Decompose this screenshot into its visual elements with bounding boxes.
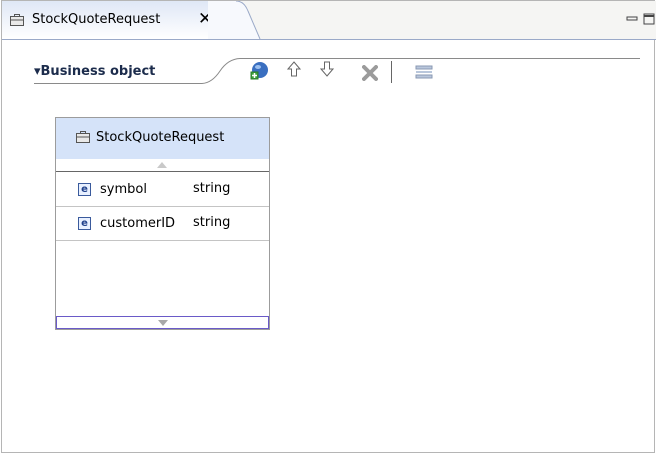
maximize-icon[interactable] (643, 13, 655, 25)
list-icon[interactable] (415, 65, 433, 79)
field-name: customerID (100, 216, 176, 231)
field-type: string (193, 181, 231, 196)
business-object-section-header: ▾Business object (34, 57, 640, 93)
add-field-icon[interactable] (249, 61, 269, 81)
scroll-down-button[interactable] (56, 316, 269, 329)
business-object-header[interactable]: StockQuoteRequest (56, 118, 269, 160)
field-type: string (193, 215, 231, 230)
element-icon: e (78, 217, 91, 230)
tab-title: StockQuoteRequest (32, 12, 161, 27)
move-down-icon[interactable] (320, 61, 334, 77)
toolbar-separator (391, 61, 392, 83)
chevron-down-icon (158, 320, 168, 326)
scroll-up-button[interactable] (56, 159, 269, 172)
business-object-icon (10, 14, 24, 26)
editor-tab[interactable]: StockQuoteRequest ✕ (2, 1, 238, 39)
move-up-icon[interactable] (287, 61, 301, 77)
field-row[interactable]: e customerID string (56, 207, 269, 241)
field-name: symbol (100, 182, 147, 197)
chevron-up-icon (157, 162, 167, 168)
field-row[interactable]: e symbol string (56, 173, 269, 207)
delete-icon[interactable] (362, 65, 378, 81)
business-object-box[interactable]: StockQuoteRequest e symbol string e cust… (55, 117, 270, 330)
section-title[interactable]: ▾Business object (34, 64, 155, 79)
tab-strip: StockQuoteRequest ✕ (2, 1, 656, 40)
editor-frame: StockQuoteRequest ✕ ▾Business object Sto… (1, 0, 656, 453)
tab-edge (208, 1, 261, 39)
minimize-icon[interactable] (626, 13, 638, 25)
business-object-name: StockQuoteRequest (96, 130, 225, 145)
element-icon: e (78, 183, 91, 196)
business-object-icon (76, 131, 90, 143)
